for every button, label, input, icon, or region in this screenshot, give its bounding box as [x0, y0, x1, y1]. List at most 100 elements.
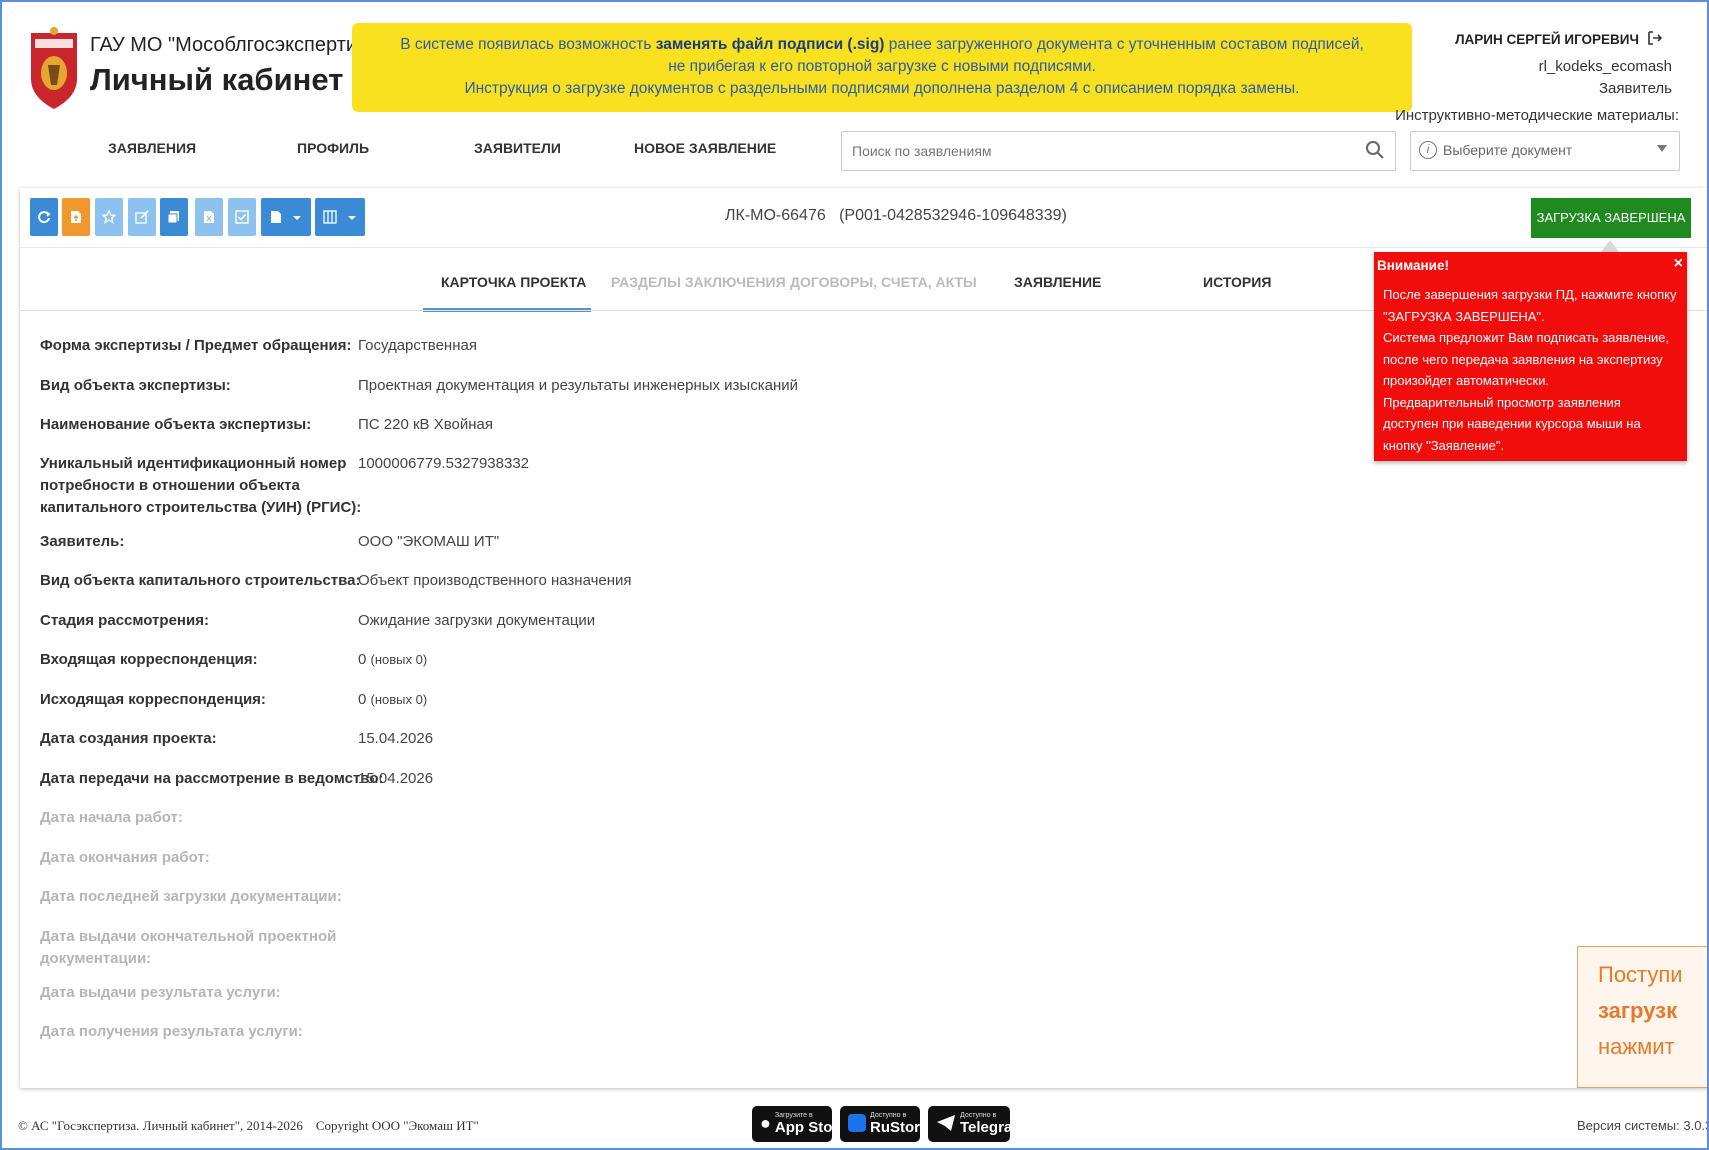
checklist-button[interactable]: [228, 198, 256, 236]
toast-line2: загрузк: [1598, 998, 1678, 1023]
banner-line1-post: ранее загруженного документа с уточненны…: [884, 36, 1364, 53]
document-select[interactable]: i Выберите документ: [1410, 131, 1680, 171]
favorite-button[interactable]: [95, 198, 123, 236]
banner-line1-bold: заменять файл подписи (.sig): [655, 36, 885, 53]
field-label-incoming: Входящая корреспонденция:: [40, 651, 258, 668]
columns-dropdown-button[interactable]: [315, 198, 365, 236]
telegram-small: Доступно в: [960, 1112, 997, 1119]
file-upload-icon: [71, 211, 81, 223]
incoming-new: (новых 0): [370, 652, 428, 667]
banner-line2: не прибегая к его повторной загрузке с н…: [668, 58, 1096, 75]
refresh-icon: [38, 211, 51, 224]
refresh-button[interactable]: [30, 198, 58, 236]
star-icon: [101, 209, 117, 224]
logout-icon[interactable]: [1647, 30, 1663, 46]
field-label-outgoing: Исходящая корреспонденция:: [40, 691, 266, 708]
edit-button[interactable]: [128, 198, 156, 236]
field-value-object-type: Проектная документация и результаты инже…: [358, 377, 798, 394]
alert-line: Система предложит Вам подписать заявлени…: [1383, 330, 1670, 345]
alert-line: "ЗАГРУЗКА ЗАВЕРШЕНА".: [1383, 308, 1545, 324]
field-label-stage: Стадия рассмотрения:: [40, 612, 209, 629]
file-dropdown-button[interactable]: [261, 198, 311, 236]
field-value-uin: 1000006779.5327938332: [358, 455, 530, 472]
rustore-badge[interactable]: Доступно в RuStore: [840, 1106, 928, 1142]
field-label-work-start: Дата начала работ:: [40, 809, 183, 826]
nav-applicants[interactable]: ЗАЯВИТЕЛИ: [474, 140, 561, 156]
edit-icon: [135, 210, 149, 224]
banner-line1-pre: В системе появилась возможность: [400, 36, 656, 53]
info-icon: i: [1419, 141, 1437, 159]
field-value-transfer-date: 15.04.2026: [358, 770, 434, 787]
user-role: Заявитель: [1599, 80, 1672, 97]
field-label-uin-line1: Уникальный идентификационный номер: [40, 455, 347, 472]
columns-icon: [323, 210, 337, 224]
field-label-created-date: Дата создания проекта:: [40, 730, 217, 747]
info-banner: В системе появилась возможность заменять…: [352, 23, 1412, 112]
notification-toast[interactable]: Поступи загрузк нажмит: [1577, 946, 1709, 1088]
alert-line: После завершения загрузки ПД, нажмите кн…: [1383, 287, 1677, 302]
telegram-badge[interactable]: Доступно в Telegram: [928, 1106, 1026, 1142]
toast-line1: Поступи: [1598, 962, 1683, 987]
field-label-form: Форма экспертизы / Предмет обращения:: [40, 337, 352, 354]
field-label-work-end: Дата окончания работ:: [40, 849, 210, 866]
nav-new-application[interactable]: НОВОЕ ЗАЯВЛЕНИЕ: [634, 140, 776, 156]
search-icon[interactable]: [1365, 140, 1385, 160]
footer-copyright: © АС "Госэкспертиза. Личный кабинет", 20…: [18, 1118, 479, 1133]
field-value-stage: Ожидание загрузки документации: [358, 612, 596, 629]
upload-complete-button[interactable]: ЗАГРУЗКА ЗАВЕРШЕНА: [1531, 198, 1691, 238]
alert-pointer: [1601, 240, 1619, 252]
field-value-outgoing: 0 (новых 0): [358, 689, 427, 711]
org-logo: [31, 27, 77, 109]
field-label-uin-line3: капитального строительства (УИН) (РГИС):: [40, 499, 362, 516]
tab-application[interactable]: ЗАЯВЛЕНИЕ: [1014, 274, 1101, 290]
cabinet-title: Личный кабинет: [90, 62, 344, 97]
user-name[interactable]: ЛАРИН СЕРГЕЙ ИГОРЕВИЧ: [1455, 32, 1639, 47]
field-label-uin: Уникальный идентификационный номер потре…: [40, 453, 361, 519]
copy-button[interactable]: [160, 198, 188, 236]
field-label-object-type: Вид объекта экспертизы:: [40, 377, 231, 394]
alert-line: доступен при наведении курсора мыши на: [1383, 416, 1641, 431]
field-label-final-docs-line1: Дата выдачи окончательной проектной: [40, 928, 337, 945]
rustore-label: RuStore: [870, 1119, 929, 1136]
tab-contracts[interactable]: ДОГОВОРЫ, СЧЕТА, АКТЫ: [790, 274, 977, 290]
field-value-incoming: 0 (новых 0): [358, 649, 427, 671]
copy-icon: [167, 211, 179, 224]
tab-history[interactable]: ИСТОРИЯ: [1203, 274, 1271, 290]
alert-line: Предварительный просмотр заявления: [1383, 394, 1621, 410]
nav-profile[interactable]: ПРОФИЛЬ: [297, 140, 369, 156]
export-excel-button[interactable]: [195, 198, 223, 236]
chevron-down-icon: [292, 216, 301, 220]
field-label-result-receive: Дата получения результата услуги:: [40, 1023, 303, 1040]
alert-title: Внимание!: [1377, 258, 1449, 273]
app-store-label: App Store: [774, 1119, 847, 1136]
telegram-label: Telegram: [960, 1119, 1026, 1136]
field-label-object-name: Наименование объекта экспертизы:: [40, 416, 312, 433]
field-value-object-name: ПС 220 кВ Хвойная: [358, 416, 493, 433]
field-label-applicant: Заявитель:: [40, 533, 125, 550]
app-store-small: Загрузите в: [774, 1112, 813, 1119]
alert-line: после чего передача заявления на эксперт…: [1383, 351, 1663, 367]
file-icon: [271, 211, 282, 223]
excel-file-icon: [204, 211, 214, 223]
field-label-uin-line2: потребности в отношении объекта: [40, 477, 300, 494]
field-label-construction-type: Вид объекта капитального строительства:: [40, 572, 361, 589]
field-value-created-date: 15.04.2026: [358, 730, 434, 747]
search-input[interactable]: [842, 132, 1342, 170]
upload-document-button[interactable]: [62, 198, 90, 236]
app-store-badge[interactable]: ● Загрузите в App Store: [752, 1106, 847, 1142]
nav-applications[interactable]: ЗАЯВЛЕНИЯ: [108, 140, 196, 156]
alert-line: произойдет автоматически.: [1383, 373, 1550, 388]
field-value-applicant: ООО "ЭКОМАШ ИТ": [358, 533, 500, 550]
close-icon[interactable]: ×: [1674, 253, 1683, 275]
field-label-result-issue: Дата выдачи результата услуги:: [40, 984, 281, 1001]
field-label-final-docs-line2: документации:: [40, 950, 152, 967]
tab-project-card[interactable]: КАРТОЧКА ПРОЕКТА: [441, 274, 586, 290]
banner-line3: Инструкция о загрузке документов с разде…: [464, 80, 1300, 97]
org-name: ГАУ МО "Мособлгосэкспертиза": [90, 34, 385, 56]
system-version: Версия системы: 3.0.3.2: [1577, 1118, 1709, 1133]
outgoing-new: (новых 0): [370, 692, 428, 707]
attention-popover: Внимание! × После завершения загрузки ПД…: [1374, 252, 1687, 461]
tab-conclusion-sections[interactable]: РАЗДЕЛЫ ЗАКЛЮЧЕНИЯ: [611, 274, 786, 290]
document-select-placeholder: Выберите документ: [1443, 142, 1573, 158]
alert-line: кнопку "Заявление".: [1383, 437, 1505, 453]
